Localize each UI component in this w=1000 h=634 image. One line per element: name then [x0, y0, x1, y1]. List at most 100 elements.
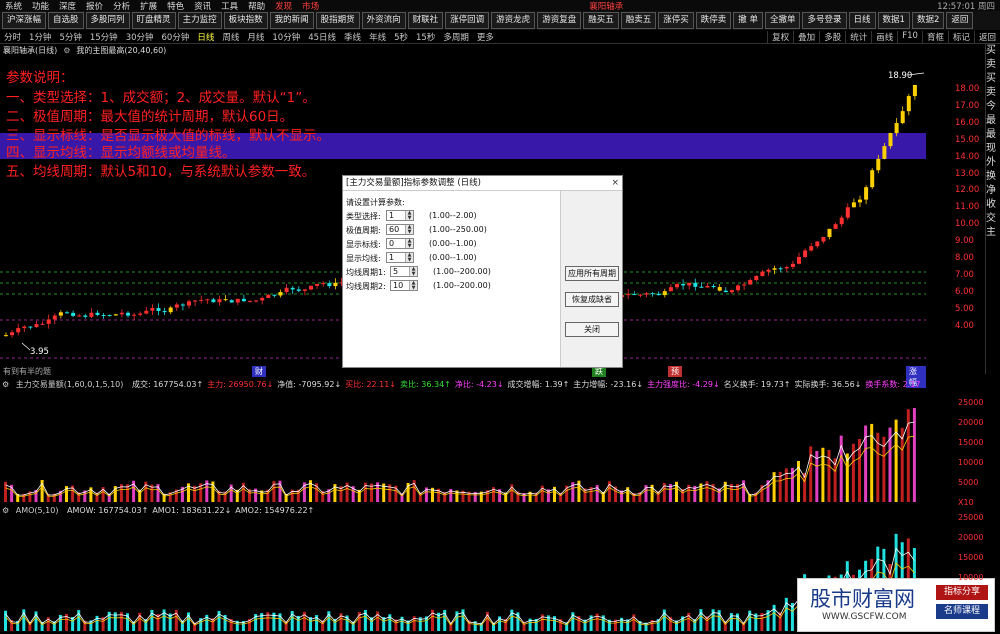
period-tab-5[interactable]: 60分钟 [158, 31, 194, 43]
spin-arrows-icon[interactable]: ▲ ▼ [409, 281, 417, 290]
toolbar-button-18[interactable]: 全撤单 [764, 12, 801, 29]
main-indicator-label[interactable]: 我的主图最高(20,40,60) [73, 45, 169, 56]
chart-tool-3[interactable]: 统计 [845, 31, 871, 43]
toolbar-button-23[interactable]: 返回 [946, 12, 974, 29]
dialog-close-button[interactable]: 关闭 [565, 322, 619, 337]
candle[interactable] [693, 282, 698, 287]
period-tab-16[interactable]: 更多 [473, 31, 498, 43]
candle[interactable] [650, 293, 655, 295]
candle[interactable] [638, 294, 643, 296]
candle[interactable] [34, 324, 39, 328]
candle[interactable] [40, 323, 45, 325]
candle[interactable] [729, 290, 734, 293]
candle[interactable] [778, 268, 783, 270]
candle[interactable] [827, 228, 832, 238]
period-tab-3[interactable]: 15分钟 [86, 31, 122, 43]
side-panel-item[interactable]: 现 [986, 142, 1000, 156]
menu-quote[interactable]: 报价 [81, 0, 108, 12]
toolbar-button-4[interactable]: 主力监控 [177, 12, 222, 29]
menu-function[interactable]: 功能 [27, 0, 54, 12]
period-tab-12[interactable]: 年线 [365, 31, 390, 43]
candle[interactable] [217, 299, 222, 303]
side-panel-item[interactable]: 今 [986, 100, 1000, 114]
toolbar-button-13[interactable]: 融买五 [583, 12, 619, 29]
candle[interactable] [906, 96, 911, 112]
candle[interactable] [296, 289, 301, 291]
toolbar-button-6[interactable]: 我的新闻 [269, 12, 314, 29]
candle[interactable] [16, 328, 21, 333]
candle[interactable] [864, 187, 869, 200]
toolbar-button-17[interactable]: 撤 单 [733, 12, 763, 29]
candle[interactable] [71, 312, 76, 316]
param-input-type[interactable]: 1 ▲ ▼ [386, 210, 414, 221]
candle[interactable] [10, 332, 15, 336]
candle[interactable] [52, 315, 57, 320]
toolbar-button-2[interactable]: 多股同列 [85, 12, 130, 29]
period-tab-10[interactable]: 45日线 [304, 31, 340, 43]
chart-tool-1[interactable]: 叠加 [793, 31, 819, 43]
spin-arrows-icon[interactable]: ▲ ▼ [405, 239, 413, 248]
toolbar-button-11[interactable]: 游资龙虎 [491, 12, 536, 29]
candle[interactable] [705, 285, 710, 288]
param-input-ma1[interactable]: 5 ▲ ▼ [390, 266, 418, 277]
toolbar-button-1[interactable]: 自选股 [48, 12, 84, 29]
spin-arrows-icon[interactable]: ▲ ▼ [405, 211, 413, 220]
menu-depth[interactable]: 深度 [54, 0, 81, 12]
candle[interactable] [821, 237, 826, 242]
candle[interactable] [675, 283, 679, 288]
candle[interactable] [229, 300, 234, 303]
candle[interactable] [150, 308, 155, 311]
toolbar-button-7[interactable]: 股指期货 [315, 12, 360, 29]
apply-all-periods-button[interactable]: 应用所有周期 [565, 266, 619, 281]
indicator1-settings-icon[interactable]: ⚙ [0, 380, 11, 389]
side-panel-item[interactable]: 主 [986, 226, 1000, 240]
candle[interactable] [132, 314, 137, 316]
candle[interactable] [803, 250, 808, 257]
candle[interactable] [699, 286, 704, 288]
candle[interactable] [4, 335, 8, 337]
period-tab-15[interactable]: 多周期 [439, 31, 473, 43]
candle[interactable] [717, 287, 722, 291]
candle[interactable] [272, 294, 277, 296]
candle[interactable] [632, 293, 637, 295]
candle[interactable] [327, 283, 332, 287]
event-marker-forecast[interactable]: 预 [668, 366, 682, 377]
candle[interactable] [235, 298, 240, 303]
toolbar-button-19[interactable]: 多号登录 [802, 12, 847, 29]
candle[interactable] [784, 266, 789, 269]
side-panel-item[interactable]: 交 [986, 212, 1000, 226]
toolbar-button-9[interactable]: 财联社 [407, 12, 444, 29]
candle[interactable] [290, 287, 295, 290]
candle[interactable] [839, 217, 844, 225]
side-panel-item[interactable]: 净 [986, 184, 1000, 198]
chart-tool-5[interactable]: F10 [897, 31, 922, 43]
candle[interactable] [754, 275, 759, 281]
candle[interactable] [83, 315, 88, 317]
candle[interactable] [89, 312, 94, 317]
menu-analysis[interactable]: 分析 [108, 0, 135, 12]
candle[interactable] [681, 283, 686, 286]
indicator2-name[interactable]: AMO(5,10) [14, 506, 61, 515]
candle[interactable] [656, 293, 661, 296]
candle[interactable] [302, 289, 307, 291]
menu-tools[interactable]: 工具 [216, 0, 243, 12]
side-panel-item[interactable]: 卖 [986, 86, 1000, 100]
candle[interactable] [626, 293, 631, 296]
chart-tool-8[interactable]: 返回 [973, 31, 1000, 43]
candle[interactable] [95, 312, 100, 316]
period-tab-2[interactable]: 5分钟 [55, 31, 85, 43]
toolbar-button-12[interactable]: 游资复盘 [537, 12, 582, 29]
period-tab-6[interactable]: 日线 [193, 31, 218, 43]
candle[interactable] [241, 298, 246, 302]
toolbar-button-0[interactable]: 沪深涨幅 [2, 12, 47, 29]
toolbar-button-3[interactable]: 盯盘精灵 [131, 12, 176, 29]
candle[interactable] [797, 256, 801, 264]
candle[interactable] [77, 315, 82, 317]
menu-feature[interactable]: 特色 [162, 0, 189, 12]
candle[interactable] [65, 312, 69, 314]
menu-system[interactable]: 系统 [0, 0, 27, 12]
candle[interactable] [180, 304, 185, 306]
candle[interactable] [833, 224, 838, 229]
period-tab-11[interactable]: 季线 [340, 31, 365, 43]
candle[interactable] [156, 308, 161, 311]
